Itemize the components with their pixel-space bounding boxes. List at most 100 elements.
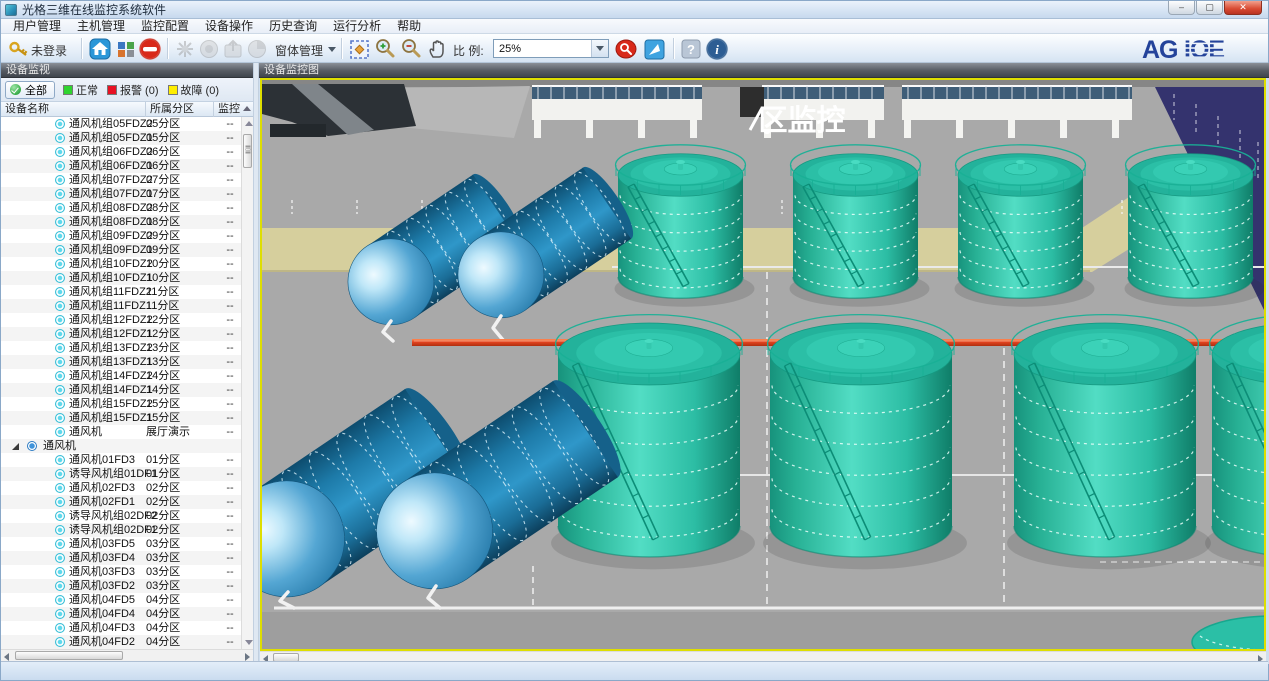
key-icon[interactable] [7, 37, 31, 61]
device-row[interactable]: 通风机02FD102分区-- [1, 495, 241, 509]
tree-expander-icon[interactable] [12, 443, 19, 450]
help-icon[interactable]: ? [679, 37, 703, 61]
device-row[interactable]: 通风机组06FDZ106分区-- [1, 159, 241, 173]
scroll-right-arrow[interactable] [245, 653, 250, 661]
device-zone: 09分区 [146, 229, 180, 243]
device-monitor-value: -- [217, 271, 241, 285]
scroll-down-arrow[interactable] [245, 640, 253, 645]
close-button[interactable]: ✕ [1224, 1, 1262, 15]
menu-item-device-operation[interactable]: 设备操作 [197, 19, 261, 34]
device-row[interactable]: 通风机组06FDZ206分区-- [1, 145, 241, 159]
device-group-row[interactable]: 通风机 [1, 439, 241, 453]
device-row[interactable]: 通风机组14FDZ114分区-- [1, 383, 241, 397]
filter-fault[interactable]: 故障 (0) [168, 82, 220, 98]
device-row[interactable]: 通风机组12FDZ212分区-- [1, 313, 241, 327]
capture-icon[interactable] [642, 37, 666, 61]
device-row[interactable]: 通风机组11FDZ211分区-- [1, 285, 241, 299]
device-row[interactable]: 通风机组07FDZ107分区-- [1, 187, 241, 201]
scroll-up-arrow[interactable] [245, 121, 253, 126]
device-monitor-value: -- [217, 369, 241, 383]
storage-tank-teal[interactable] [1205, 315, 1264, 570]
device-row[interactable]: 诱导风机组01DF101分区-- [1, 467, 241, 481]
column-zone[interactable]: 所属分区 [146, 102, 214, 117]
column-device-name[interactable]: 设备名称 [1, 102, 146, 117]
menu-item-host-management[interactable]: 主机管理 [69, 19, 133, 34]
device-row[interactable]: 通风机组11FDZ111分区-- [1, 299, 241, 313]
storage-tank-teal[interactable] [615, 145, 755, 307]
scrollbar-thumb[interactable] [243, 134, 252, 168]
storage-tank-teal[interactable] [763, 315, 967, 570]
scale-select[interactable]: 25% [493, 39, 609, 58]
menu-item-run-analysis[interactable]: 运行分析 [325, 19, 389, 34]
filter-alarm[interactable]: 报警 (0) [107, 82, 159, 98]
storage-tank-teal[interactable] [790, 145, 930, 307]
device-row[interactable]: 通风机组09FDZ109分区-- [1, 243, 241, 257]
zoom-out-icon[interactable] [399, 37, 423, 61]
device-row[interactable]: 通风机组12FDZ112分区-- [1, 327, 241, 341]
device-row[interactable]: 通风机展厅演示-- [1, 425, 241, 439]
device-status-icon [55, 385, 65, 395]
menu-item-monitor-config[interactable]: 监控配置 [133, 19, 197, 34]
device-row[interactable]: 诱导风机组02DF102分区-- [1, 523, 241, 537]
select-region-icon[interactable] [347, 37, 371, 61]
device-row[interactable]: 通风机组10FDZ210分区-- [1, 257, 241, 271]
device-row[interactable]: 通风机03FD403分区-- [1, 551, 241, 565]
device-row[interactable]: 通风机03FD303分区-- [1, 565, 241, 579]
menu-item-help[interactable]: 帮助 [389, 19, 429, 34]
filter-normal[interactable]: 正常 [63, 82, 98, 98]
device-row[interactable]: 通风机组07FDZ207分区-- [1, 173, 241, 187]
scene-viewport[interactable]: 区监控 [260, 78, 1266, 651]
storage-tank-teal[interactable] [1125, 145, 1265, 307]
scene-title-label: 区监控 [758, 104, 845, 137]
device-row[interactable]: 通风机04FD204分区-- [1, 635, 241, 649]
device-row[interactable]: 通风机组15FDZ115分区-- [1, 411, 241, 425]
home-icon[interactable] [88, 37, 112, 61]
device-row[interactable]: 通风机组15FDZ215分区-- [1, 397, 241, 411]
device-row[interactable]: 通风机组05FDZ105分区-- [1, 131, 241, 145]
device-row[interactable]: 通风机组14FDZ214分区-- [1, 369, 241, 383]
device-row[interactable]: 通风机组05FDZ205分区-- [1, 117, 241, 131]
menu-item-history-query[interactable]: 历史查询 [261, 19, 325, 34]
filter-all[interactable]: 全部 [5, 81, 55, 99]
device-row[interactable]: 通风机组10FDZ110分区-- [1, 271, 241, 285]
device-list-horizontal-scrollbar[interactable] [1, 649, 253, 661]
device-row[interactable]: 通风机组13FDZ113分区-- [1, 355, 241, 369]
info-icon[interactable]: i [705, 37, 729, 61]
minimize-button[interactable]: – [1168, 1, 1195, 15]
device-row[interactable]: 通风机组09FDZ209分区-- [1, 229, 241, 243]
device-row[interactable]: 通风机02FD302分区-- [1, 481, 241, 495]
device-row[interactable]: 通风机04FD304分区-- [1, 621, 241, 635]
scrollbar-thumb[interactable] [15, 651, 123, 660]
device-row[interactable]: 通风机01FD301分区-- [1, 453, 241, 467]
device-status-icon [55, 217, 65, 227]
device-monitor-value: -- [217, 453, 241, 467]
maximize-button[interactable]: ▢ [1196, 1, 1223, 15]
device-row[interactable]: 通风机03FD503分区-- [1, 537, 241, 551]
device-row[interactable]: 通风机组08FDZ108分区-- [1, 215, 241, 229]
storage-tank-teal[interactable] [955, 145, 1095, 307]
locate-icon[interactable] [614, 37, 638, 61]
login-status-label[interactable]: 未登录 [31, 42, 67, 59]
column-monitor[interactable]: 监控 [214, 102, 253, 117]
pan-hand-icon[interactable] [425, 37, 449, 61]
device-row[interactable]: 诱导风机组02DF202分区-- [1, 509, 241, 523]
chevron-down-icon[interactable] [328, 47, 336, 52]
scale-dropdown-arrow[interactable] [591, 40, 608, 57]
device-row[interactable]: 通风机组08FDZ208分区-- [1, 201, 241, 215]
menu-item-user-management[interactable]: 用户管理 [5, 19, 69, 34]
device-zone: 03分区 [146, 537, 180, 551]
device-row[interactable]: 通风机04FD404分区-- [1, 607, 241, 621]
device-zone: 02分区 [146, 495, 180, 509]
zoom-in-icon[interactable] [373, 37, 397, 61]
system-config-icon[interactable] [114, 37, 138, 61]
device-row[interactable]: 通风机04FD504分区-- [1, 593, 241, 607]
device-row[interactable]: 通风机03FD203分区-- [1, 579, 241, 593]
device-list-vertical-scrollbar[interactable] [241, 117, 253, 649]
device-zone: 14分区 [146, 383, 180, 397]
stop-icon[interactable] [138, 37, 162, 61]
device-row[interactable]: 通风机组13FDZ213分区-- [1, 341, 241, 355]
scroll-left-arrow[interactable] [4, 653, 9, 661]
device-zone: 04分区 [146, 593, 180, 607]
window-manage-button[interactable]: 窗体管理 [275, 42, 323, 59]
storage-tank-teal[interactable] [1007, 315, 1211, 570]
